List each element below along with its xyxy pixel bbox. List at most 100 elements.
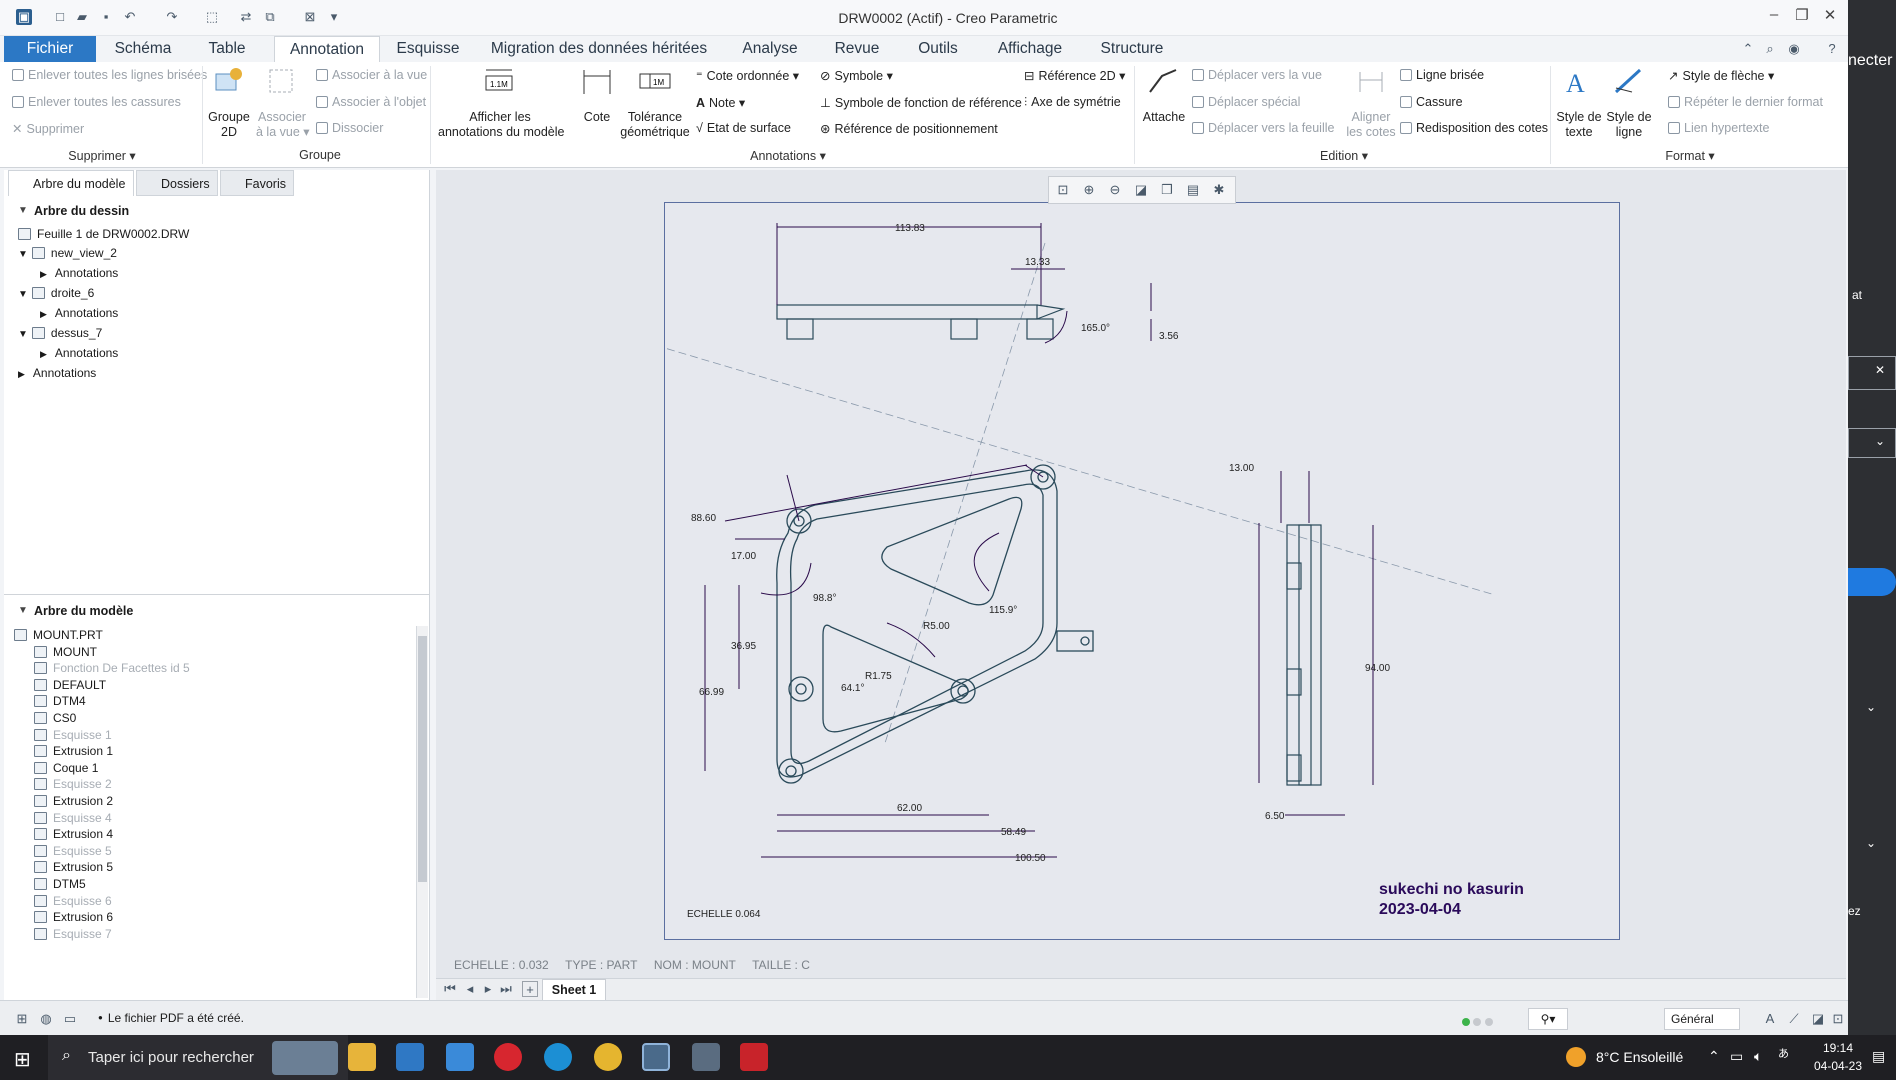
model-tree-item[interactable]: Esquisse 5 [34,842,112,860]
opera-icon[interactable] [494,1043,522,1071]
edge-icon[interactable] [544,1043,572,1071]
minimize-icon[interactable]: – [1764,6,1784,26]
drawing-tree-header[interactable]: ▼ Arbre du dessin [4,200,430,222]
note-button[interactable]: A Note ▾ [696,95,745,110]
file-explorer-icon[interactable] [348,1043,376,1071]
model-tree-header[interactable]: ▼ Arbre du modèle [4,600,430,622]
associer-objet-button[interactable]: Associer à l'objet [316,95,426,109]
tree-item-annotations[interactable]: ▶ Annotations [40,264,118,282]
model-tree-item[interactable]: MOUNT.PRT [14,626,103,644]
cote-ordonnee-button[interactable]: ⁼ Cote ordonnée ▾ [696,68,799,83]
reference-2d-button[interactable]: ⊟ Référence 2D ▾ [1024,68,1125,83]
cote-button[interactable]: Cote [576,110,618,125]
dim-100-50[interactable]: 100.50 [1015,853,1046,864]
dim-17[interactable]: 17.00 [731,551,756,562]
dim-3-56[interactable]: 3.56 [1159,331,1179,342]
datum-icon[interactable]: ⊡ [1830,1011,1846,1027]
tray-chevron-icon[interactable]: ⌃ [1708,1048,1720,1065]
enlever-cassures-button[interactable]: Enlever toutes les cassures [12,95,181,109]
line-style-icon[interactable]: ⟋ [1786,1011,1802,1027]
dim-88-60[interactable]: 88.60 [691,513,716,524]
associer-vue-button[interactable]: Associer à la vue ▾ [256,110,310,140]
drawing-sheet[interactable]: 113.83 13.33 165.0° 3.56 88.60 17.00 98.… [664,202,1620,940]
axe-symetrie-button[interactable]: ⫶ Axe de symétrie [1024,95,1121,110]
collapse-ribbon-icon[interactable]: ⌃ [1740,41,1756,57]
reference-positionnement-button[interactable]: ⊛ Référence de positionnement [820,121,998,136]
text-style-icon[interactable]: A [1762,1011,1778,1027]
mail-icon[interactable] [396,1043,424,1071]
tab-dossiers[interactable]: Dossiers [136,170,218,196]
clock-date[interactable]: 04-04-23 [1812,1059,1864,1073]
afficher-annotations-button[interactable]: Afficher les annotations du modèle [438,110,564,140]
associer-a-la-vue-button[interactable]: Associer à la vue [316,68,427,82]
zoom-out-icon[interactable]: ⊖ [1107,182,1123,198]
chevron-down-icon[interactable]: ⌄ [1866,700,1876,714]
app-icon[interactable] [692,1043,720,1071]
group-label-format[interactable]: Format ▾ [1640,148,1740,163]
creo-icon[interactable] [642,1043,670,1071]
redisposition-button[interactable]: Redisposition des cotes [1400,121,1548,135]
model-tree-item[interactable]: Fonction De Facettes id 5 [34,659,190,677]
acrobat-icon[interactable] [740,1043,768,1071]
repeter-format-button[interactable]: Répéter le dernier format [1668,95,1823,109]
style-ligne-button[interactable]: Style de ligne [1604,110,1654,140]
dissocier-button[interactable]: Dissocier [316,121,383,135]
dim-58-49[interactable]: 58.49 [1001,827,1026,838]
model-tree-item[interactable]: Esquisse 4 [34,809,112,827]
deplacer-special-button[interactable]: Déplacer spécial [1192,95,1300,109]
filter-select[interactable]: Général [1664,1008,1740,1030]
tree-item-dessus-7[interactable]: ▼ dessus_7 [18,324,102,342]
deplacer-feuille-button[interactable]: Déplacer vers la feuille [1192,121,1334,135]
tolerance-geometrique-button[interactable]: Tolérance géométrique [620,110,690,140]
tree-item-annotations[interactable]: ▶ Annotations [40,304,118,322]
tab-structure[interactable]: Structure [1090,36,1174,62]
search-icon[interactable]: ⌕ [1762,41,1778,57]
windows-start-icon[interactable]: ⊞ [14,1047,31,1072]
chevron-down-icon[interactable]: ⌄ [1866,836,1876,850]
sheet-tab[interactable]: Sheet 1 [542,979,606,1001]
enlever-lignes-brisees-button[interactable]: Enlever toutes les lignes brisées [12,68,207,82]
model-tree-item[interactable]: Extrusion 1 [34,742,113,760]
model-tree-item[interactable]: Extrusion 5 [34,858,113,876]
cassure-button[interactable]: Cassure [1400,95,1463,109]
symbole-fonction-button[interactable]: ⊥ Symbole de fonction de référence [820,95,1022,110]
refit-icon[interactable]: ⊡ [1055,182,1071,198]
lien-hypertexte-button[interactable]: Lien hypertexte [1668,121,1769,135]
model-tree-scrollbar[interactable] [416,626,428,998]
style-fleche-button[interactable]: ↗ Style de flèche ▾ [1668,68,1774,83]
prev-sheet-icon[interactable]: ◂ [462,981,478,997]
tree-item-droite-6[interactable]: ▼ droite_6 [18,284,94,302]
group-label-edition[interactable]: Edition ▾ [1294,148,1394,163]
tab-schema[interactable]: Schéma [104,36,182,62]
groupe-2d-button[interactable]: Groupe 2D [206,110,252,140]
model-tree-item[interactable]: DTM4 [34,692,86,710]
dim-36-95[interactable]: 36.95 [731,641,756,652]
background-dropdown-icon[interactable]: ⌄ [1848,428,1896,458]
style-texte-button[interactable]: Style de texte [1554,110,1604,140]
network-icon[interactable]: ▭ [1730,1048,1743,1065]
model-tree-item[interactable]: Esquisse 2 [34,775,112,793]
model-tree-item[interactable]: MOUNT [34,643,97,661]
help-icon[interactable]: ? [1824,41,1840,57]
tab-table[interactable]: Table [196,36,258,62]
deplacer-vue-button[interactable]: Déplacer vers la vue [1192,68,1322,82]
dim-62[interactable]: 62.00 [897,803,922,814]
tab-affichage[interactable]: Affichage [988,36,1072,62]
sheet-setup-icon[interactable]: ▤ [1185,182,1201,198]
model-tree-item[interactable]: Esquisse 1 [34,726,112,744]
tab-arbre-modele[interactable]: Arbre du modèle [8,170,134,196]
group-label-supprimer[interactable]: Supprimer ▾ [40,148,164,163]
background-primary-button[interactable] [1848,568,1896,596]
model-tree-item[interactable]: DEFAULT [34,676,106,694]
last-sheet-icon[interactable]: ⏭ [498,981,514,997]
dim-r1-75[interactable]: R1.75 [865,671,892,682]
model-tree-item[interactable]: DTM5 [34,875,86,893]
model-tree-item[interactable]: Extrusion 2 [34,792,113,810]
tab-favoris[interactable]: Favoris [220,170,294,196]
store-icon[interactable] [446,1043,474,1071]
close-icon[interactable]: ✕ [1820,6,1840,26]
dim-r5[interactable]: R5.00 [923,621,950,632]
model-tree-item[interactable]: CS0 [34,709,76,727]
group-label-annotations[interactable]: Annotations ▾ [738,148,838,163]
next-sheet-icon[interactable]: ▸ [480,981,496,997]
